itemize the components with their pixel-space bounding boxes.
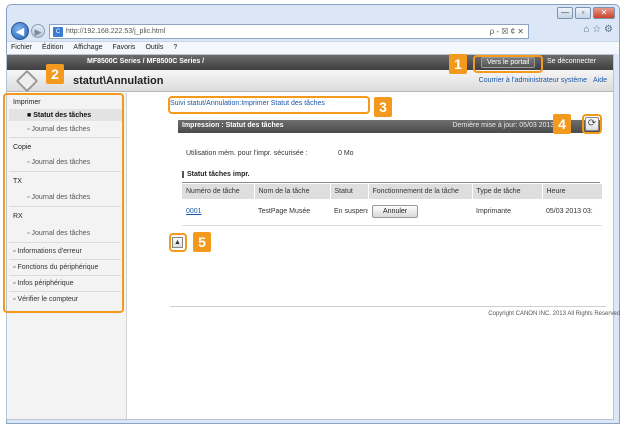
mail-admin-link[interactable]: Courrier à l'administrateur système [479,77,587,84]
menu-edition[interactable]: Édition [42,42,63,54]
callout-5-box [169,233,187,252]
job-name-cell: TestPage Musée [254,199,330,226]
callout-1-box [473,55,543,73]
callout-badge-3: 3 [374,97,392,117]
menu-help[interactable]: ? [173,42,177,54]
address-bar[interactable]: C http://192.168.222.53/j_plic.html ρ - … [49,24,529,39]
callout-badge-5: 5 [193,232,211,252]
table-row: 0001 TestPage Musée En suspens Annuler I… [182,199,602,226]
logout-link[interactable]: Se déconnecter [547,58,596,65]
page-title: statut\Annulation [73,75,164,87]
menu-affichage[interactable]: Affichage [73,42,102,54]
favicon-icon: C [53,26,63,37]
window-controls: — ▫ ✕ [557,7,615,19]
canon-diamond-icon [15,69,39,93]
callout-4-box [582,114,602,134]
title-bar: statut\Annulation Courrier à l'administr… [7,69,613,93]
callout-badge-4: 4 [553,114,571,134]
browser-icons[interactable]: ⌂ ☆ ⚙ [583,24,613,35]
callout-badge-1: 1 [449,54,467,74]
last-update: Dernière mise à jour: 05/03 2013 03: [452,122,566,129]
close-window-button[interactable]: ✕ [593,7,615,19]
back-button[interactable]: ◀ [11,22,29,40]
menu-bar: Fichier Édition Affichage Favoris Outils… [7,41,619,54]
col-job-name: Nom de la tâche [254,184,331,199]
menu-fichier[interactable]: Fichier [11,42,32,54]
job-type-cell: Imprimante [472,199,542,226]
job-action-cell: Annuler [368,199,472,226]
header-links: Courrier à l'administrateur système Aide [479,77,607,84]
forward-button[interactable]: ▶ [31,24,45,38]
job-number-cell: 0001 [182,199,254,226]
job-status-cell: En suspens [330,199,368,226]
minimize-button[interactable]: — [557,7,573,19]
memory-value: 0 Mo [338,150,354,157]
col-action: Fonctionnement de la tâche [368,184,473,199]
job-time-cell: 05/03 2013 03: [542,199,602,226]
address-tools[interactable]: ρ - ☒ ¢ ✕ [490,27,524,36]
copyright: Copyright CANON INC. 2013 All Rights Res… [488,311,620,317]
callout-3-box [168,96,370,114]
maximize-button[interactable]: ▫ [575,7,591,19]
menu-outils[interactable]: Outils [145,42,163,54]
memory-label: Utilisation mém. pour l'impr. sécurisée … [186,150,308,157]
callout-2-box [3,93,124,313]
jobs-table: Numéro de tâche Nom de la tâche Statut F… [182,184,603,226]
device-name: MF8500C Series / MF8500C Series / [87,58,205,65]
divider [170,306,606,307]
table-header-row: Numéro de tâche Nom de la tâche Statut F… [182,184,603,199]
divider [182,182,600,183]
col-job-no: Numéro de tâche [182,184,255,199]
status-section-title: Statut tâches impr. [182,171,250,178]
url-text: http://192.168.222.53/j_plic.html [66,28,166,35]
address-row: ◀ ▶ C http://192.168.222.53/j_plic.html … [7,21,619,41]
menu-favoris[interactable]: Favoris [112,42,135,54]
cancel-button[interactable]: Annuler [372,205,419,219]
col-time: Heure [542,184,603,199]
col-status: Statut [330,184,369,199]
section-title: Impression : Statut des tâches [182,122,284,129]
callout-badge-2: 2 [46,64,64,84]
col-type: Type de tâche [472,184,543,199]
section-header: Impression : Statut des tâches Dernière … [178,120,600,133]
job-number-link[interactable]: 0001 [186,208,202,215]
help-link[interactable]: Aide [593,77,607,84]
